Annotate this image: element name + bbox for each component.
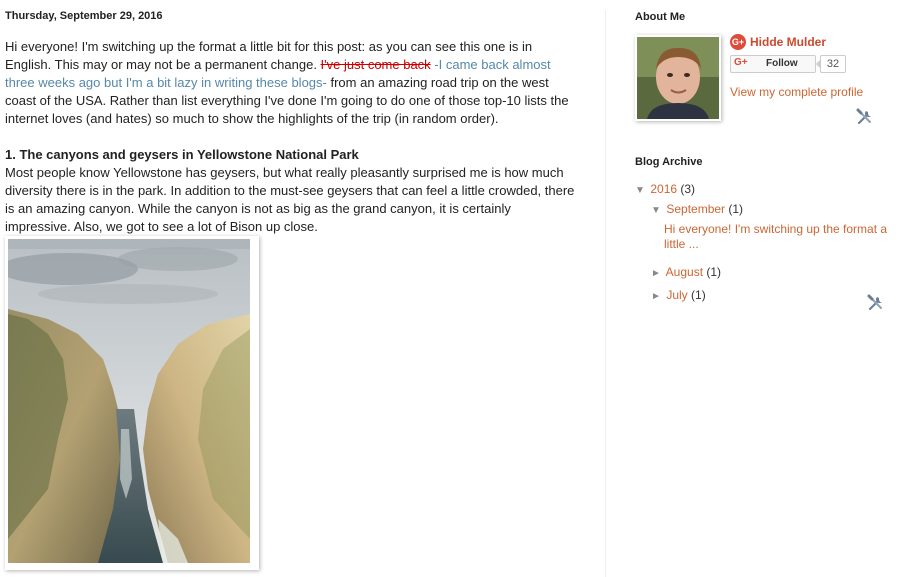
archive-post-link[interactable]: Hi everyone! I'm switching up the format… [664, 222, 889, 252]
archive-year-count: (3) [680, 182, 696, 196]
intro-strikethrough: I've just come back [320, 57, 431, 72]
follower-count: 32 [816, 55, 846, 73]
avatar-image [637, 37, 719, 119]
section-1-body: Most people know Yellowstone has geysers… [5, 165, 575, 234]
canyon-photo-image [8, 239, 250, 563]
about-me-title: About Me [635, 11, 686, 23]
expand-triangle-icon[interactable]: ► [651, 266, 663, 282]
wrench-screwdriver-icon[interactable] [867, 294, 885, 312]
collapse-triangle-icon[interactable]: ▼ [651, 203, 663, 219]
archive-month-count: (1) [728, 202, 744, 216]
follow-button[interactable]: G+ Follow [730, 55, 816, 73]
archive-year-link[interactable]: 2016 [650, 182, 677, 196]
follow-label: Follow [766, 58, 798, 69]
archive-month-count: (1) [691, 288, 706, 302]
profile-avatar[interactable] [635, 35, 721, 121]
author-name-link[interactable]: Hidde Mulder [750, 35, 826, 49]
blog-archive-title: Blog Archive [635, 156, 703, 168]
view-profile-link[interactable]: View my complete profile [730, 85, 863, 99]
post-body: Hi everyone! I'm switching up the format… [5, 38, 580, 236]
column-divider [605, 10, 606, 577]
archive-month-link[interactable]: September [666, 202, 725, 216]
archive-month-count: (1) [706, 265, 722, 279]
archive-month-august[interactable]: ► August (1) [651, 264, 721, 282]
wrench-screwdriver-icon[interactable] [856, 108, 874, 126]
google-plus-icon: G+ [730, 34, 746, 50]
archive-month-july[interactable]: ► July (1) [651, 287, 706, 305]
yellowstone-canyon-photo[interactable] [5, 236, 259, 570]
section-1-heading: 1. The canyons and geysers in Yellowston… [5, 147, 359, 162]
archive-month-link[interactable]: August [666, 265, 703, 279]
expand-triangle-icon[interactable]: ► [651, 289, 663, 305]
archive-month-link[interactable]: July [666, 288, 687, 302]
archive-year-2016[interactable]: ▼ 2016 (3) [635, 181, 695, 199]
google-plus-small-icon: G+ [734, 57, 748, 68]
intro-paragraph: Hi everyone! I'm switching up the format… [5, 38, 580, 128]
archive-month-september[interactable]: ▼ September (1) [651, 201, 743, 219]
collapse-triangle-icon[interactable]: ▼ [635, 183, 647, 199]
post-date: Thursday, September 29, 2016 [5, 10, 163, 22]
